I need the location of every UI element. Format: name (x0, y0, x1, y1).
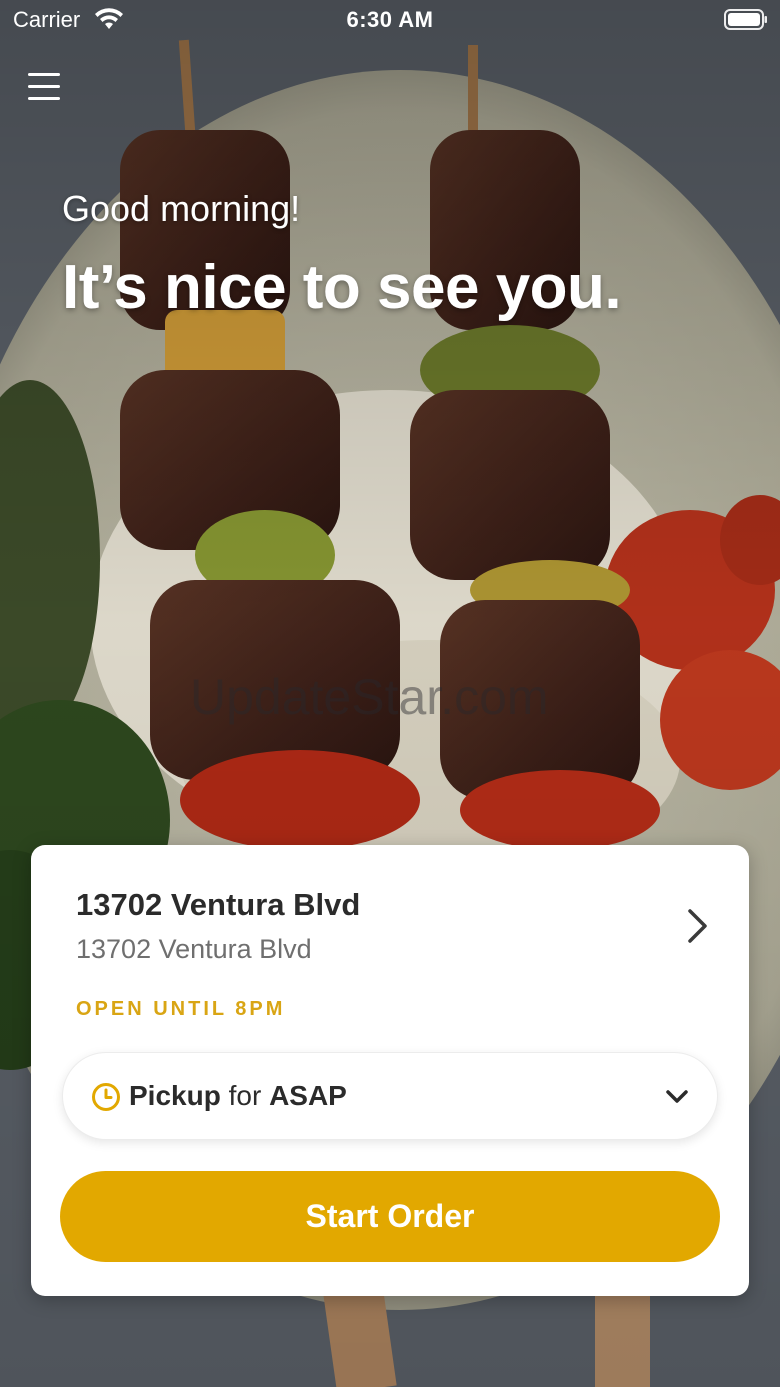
start-order-button[interactable]: Start Order (60, 1171, 720, 1262)
order-mode: Pickup (129, 1080, 221, 1111)
menu-icon[interactable] (28, 73, 64, 105)
location-name[interactable]: 13702 Ventura Blvd (76, 887, 360, 923)
greeting-text: Good morning! (62, 188, 301, 229)
order-time: ASAP (269, 1080, 347, 1111)
location-card: 13702 Ventura Blvd 13702 Ventura Blvd OP… (31, 845, 749, 1296)
watermark: UpdateStar.com (190, 669, 549, 725)
clock-time: 6:30 AM (346, 7, 434, 32)
chevron-right-icon[interactable] (685, 907, 711, 945)
clock-icon (92, 1083, 120, 1111)
open-hours-label: OPEN UNTIL 8PM (76, 998, 286, 1020)
order-type-selector[interactable]: Pickup for ASAP (62, 1052, 718, 1140)
welcome-headline: It’s nice to see you. (62, 253, 622, 322)
chevron-down-icon (666, 1090, 688, 1103)
order-connector: for (228, 1080, 262, 1111)
battery-icon (724, 9, 767, 30)
location-address: 13702 Ventura Blvd (76, 934, 312, 964)
status-bar: Carrier 6:30 AM (0, 0, 780, 44)
order-type-text: Pickup for ASAP (129, 1080, 347, 1112)
